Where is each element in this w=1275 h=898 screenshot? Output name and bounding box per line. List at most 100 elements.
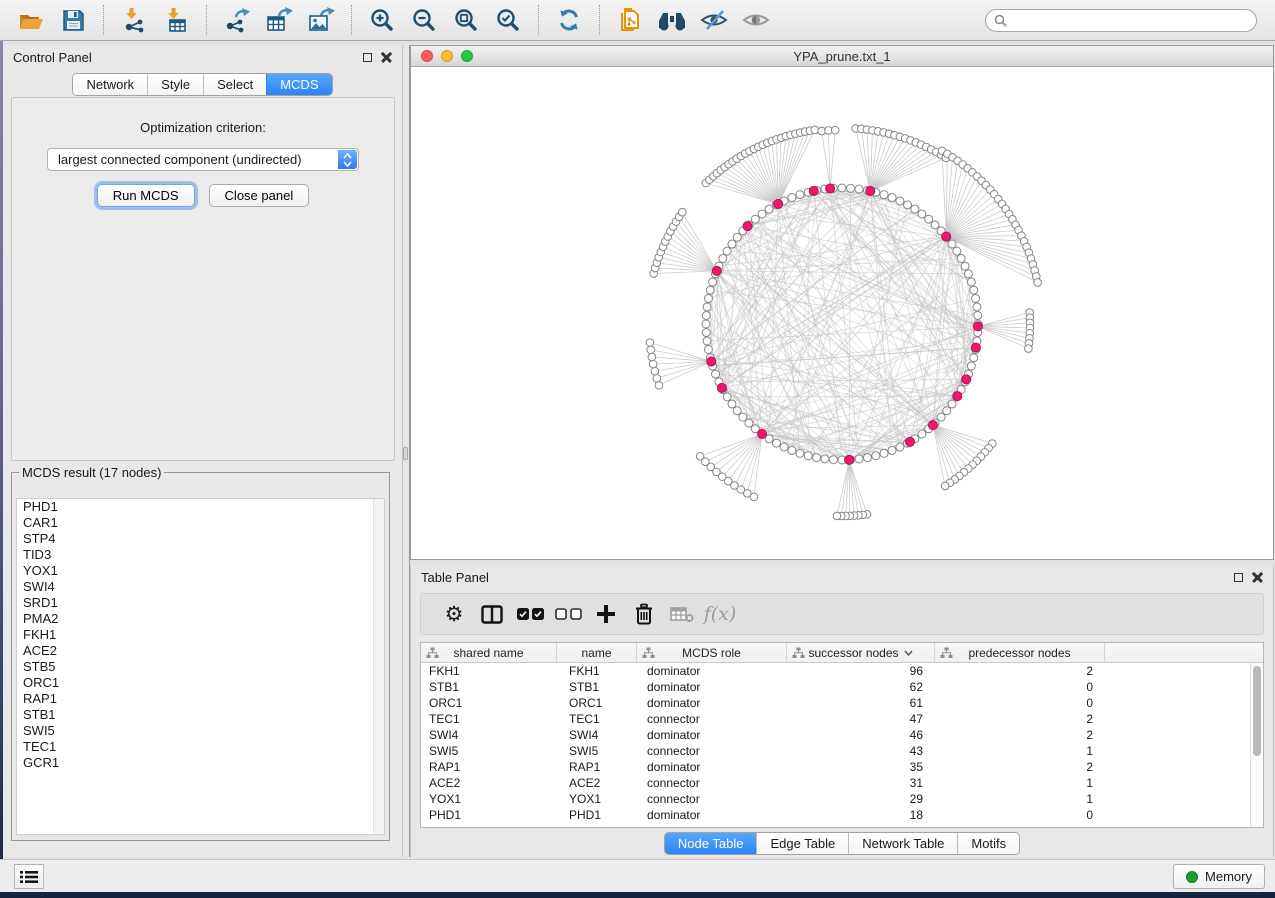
graph-hub-node[interactable] xyxy=(971,343,980,352)
clone-network-icon[interactable] xyxy=(614,4,646,36)
graph-hub-node[interactable] xyxy=(826,184,835,193)
mcds-result-item[interactable]: CAR1 xyxy=(17,515,384,531)
graph-node[interactable] xyxy=(896,197,904,205)
run-mcds-button[interactable]: Run MCDS xyxy=(97,184,195,207)
import-table-icon[interactable] xyxy=(160,4,192,36)
zoom-out-icon[interactable] xyxy=(408,4,440,36)
graph-hub-node[interactable] xyxy=(953,392,962,401)
search-objects-icon[interactable] xyxy=(656,4,688,36)
graph-hub-node[interactable] xyxy=(774,199,783,208)
graph-node[interactable] xyxy=(918,210,926,218)
table-settings-icon[interactable]: ⚙ xyxy=(435,599,473,629)
column-header-shared-name[interactable]: shared name xyxy=(421,643,557,662)
show-all-icon[interactable] xyxy=(740,4,772,36)
table-row[interactable]: SWI4SWI4dominator462 xyxy=(421,727,1250,743)
graph-node[interactable] xyxy=(948,240,956,248)
mcds-result-list[interactable]: PHD1CAR1STP4TID3YOX1SWI4SRD1PMA2FKH1ACE2… xyxy=(16,498,385,835)
open-file-icon[interactable] xyxy=(15,4,47,36)
graph-hub-node[interactable] xyxy=(962,375,971,384)
graph-node[interactable] xyxy=(937,413,945,421)
graph-node[interactable] xyxy=(911,205,919,213)
mcds-result-item[interactable]: YOX1 xyxy=(17,563,384,579)
graph-node[interactable] xyxy=(702,320,710,328)
graph-node[interactable] xyxy=(702,329,710,337)
graph-node[interactable] xyxy=(872,452,880,460)
graph-hub-node[interactable] xyxy=(906,437,915,446)
graph-node[interactable] xyxy=(723,393,731,401)
graph-node[interactable] xyxy=(953,247,961,255)
refresh-icon[interactable] xyxy=(553,4,585,36)
graph-node[interactable] xyxy=(813,454,821,462)
graph-node[interactable] xyxy=(765,205,773,213)
graph-node[interactable] xyxy=(709,278,717,286)
graph-node[interactable] xyxy=(888,194,896,202)
mcds-result-item[interactable]: STB5 xyxy=(17,659,384,675)
table-scrollbar[interactable] xyxy=(1250,663,1263,827)
splitter-grip[interactable] xyxy=(403,447,408,460)
graph-node[interactable] xyxy=(961,262,969,270)
add-column-icon[interactable] xyxy=(587,599,625,629)
graph-node[interactable] xyxy=(904,201,912,209)
float-table-panel-icon[interactable] xyxy=(1234,573,1243,582)
graph-hub-node[interactable] xyxy=(809,186,818,195)
tab-style[interactable]: Style xyxy=(147,74,203,95)
graph-node[interactable] xyxy=(880,191,888,199)
mcds-result-item[interactable]: GCR1 xyxy=(17,755,384,771)
criterion-select[interactable]: largest connected component (undirected) xyxy=(47,148,359,171)
float-panel-icon[interactable] xyxy=(363,53,372,62)
graph-node[interactable] xyxy=(972,295,980,303)
graph-node[interactable] xyxy=(646,339,654,347)
mcds-result-item[interactable]: FKH1 xyxy=(17,627,384,643)
graph-node[interactable] xyxy=(788,446,796,454)
table-row[interactable]: FKH1FKH1dominator962 xyxy=(421,663,1250,679)
select-all-icon[interactable] xyxy=(511,599,549,629)
graph-node[interactable] xyxy=(703,337,711,345)
mcds-result-item[interactable]: PMA2 xyxy=(17,611,384,627)
import-network-icon[interactable] xyxy=(118,4,150,36)
tab-motifs[interactable]: Motifs xyxy=(957,833,1019,854)
graph-node[interactable] xyxy=(880,449,888,457)
column-header-mcds-role[interactable]: MCDS role xyxy=(637,643,787,662)
graph-node[interactable] xyxy=(957,254,965,262)
mcds-result-item[interactable]: STP4 xyxy=(17,531,384,547)
graph-node[interactable] xyxy=(796,191,804,199)
mcds-result-item[interactable]: ACE2 xyxy=(17,643,384,659)
graph-node[interactable] xyxy=(943,407,951,415)
graph-node[interactable] xyxy=(706,286,714,294)
export-image-icon[interactable] xyxy=(305,4,337,36)
graph-node[interactable] xyxy=(931,221,939,229)
tab-mcds[interactable]: MCDS xyxy=(266,74,331,95)
graph-node[interactable] xyxy=(704,345,712,353)
tab-edge-table[interactable]: Edge Table xyxy=(756,833,848,854)
graph-hub-node[interactable] xyxy=(712,266,721,275)
graph-node[interactable] xyxy=(970,354,978,362)
graph-node[interactable] xyxy=(704,295,712,303)
graph-node[interactable] xyxy=(751,215,759,223)
graph-node[interactable] xyxy=(967,362,975,370)
network-window-titlebar[interactable]: YPA_prune.txt_1 xyxy=(411,46,1273,67)
graph-hub-node[interactable] xyxy=(866,186,875,195)
vertical-splitter[interactable] xyxy=(402,45,410,857)
graph-node[interactable] xyxy=(855,455,863,463)
graph-node[interactable] xyxy=(696,453,704,461)
mcds-result-item[interactable]: ORC1 xyxy=(17,675,384,691)
graph-node[interactable] xyxy=(941,482,949,490)
mcds-result-item[interactable]: PHD1 xyxy=(17,499,384,515)
graph-hub-node[interactable] xyxy=(973,322,982,331)
graph-node[interactable] xyxy=(655,381,663,389)
graph-node[interactable] xyxy=(733,407,741,415)
mcds-result-item[interactable]: TID3 xyxy=(17,547,384,563)
close-table-panel-icon[interactable] xyxy=(1252,572,1263,583)
graph-node[interactable] xyxy=(833,512,841,520)
mcds-result-item[interactable]: SRD1 xyxy=(17,595,384,611)
tab-network[interactable]: Network xyxy=(73,74,147,95)
graph-node[interactable] xyxy=(647,346,655,354)
graph-node[interactable] xyxy=(712,370,720,378)
mcds-result-item[interactable]: STB1 xyxy=(17,707,384,723)
column-header-name[interactable]: name xyxy=(557,643,637,662)
graph-hub-node[interactable] xyxy=(845,455,854,464)
close-panel-icon[interactable] xyxy=(381,52,392,63)
table-row[interactable]: ACE2ACE2connector311 xyxy=(421,775,1250,791)
graph-node[interactable] xyxy=(925,215,933,223)
graph-hub-node[interactable] xyxy=(929,421,938,430)
